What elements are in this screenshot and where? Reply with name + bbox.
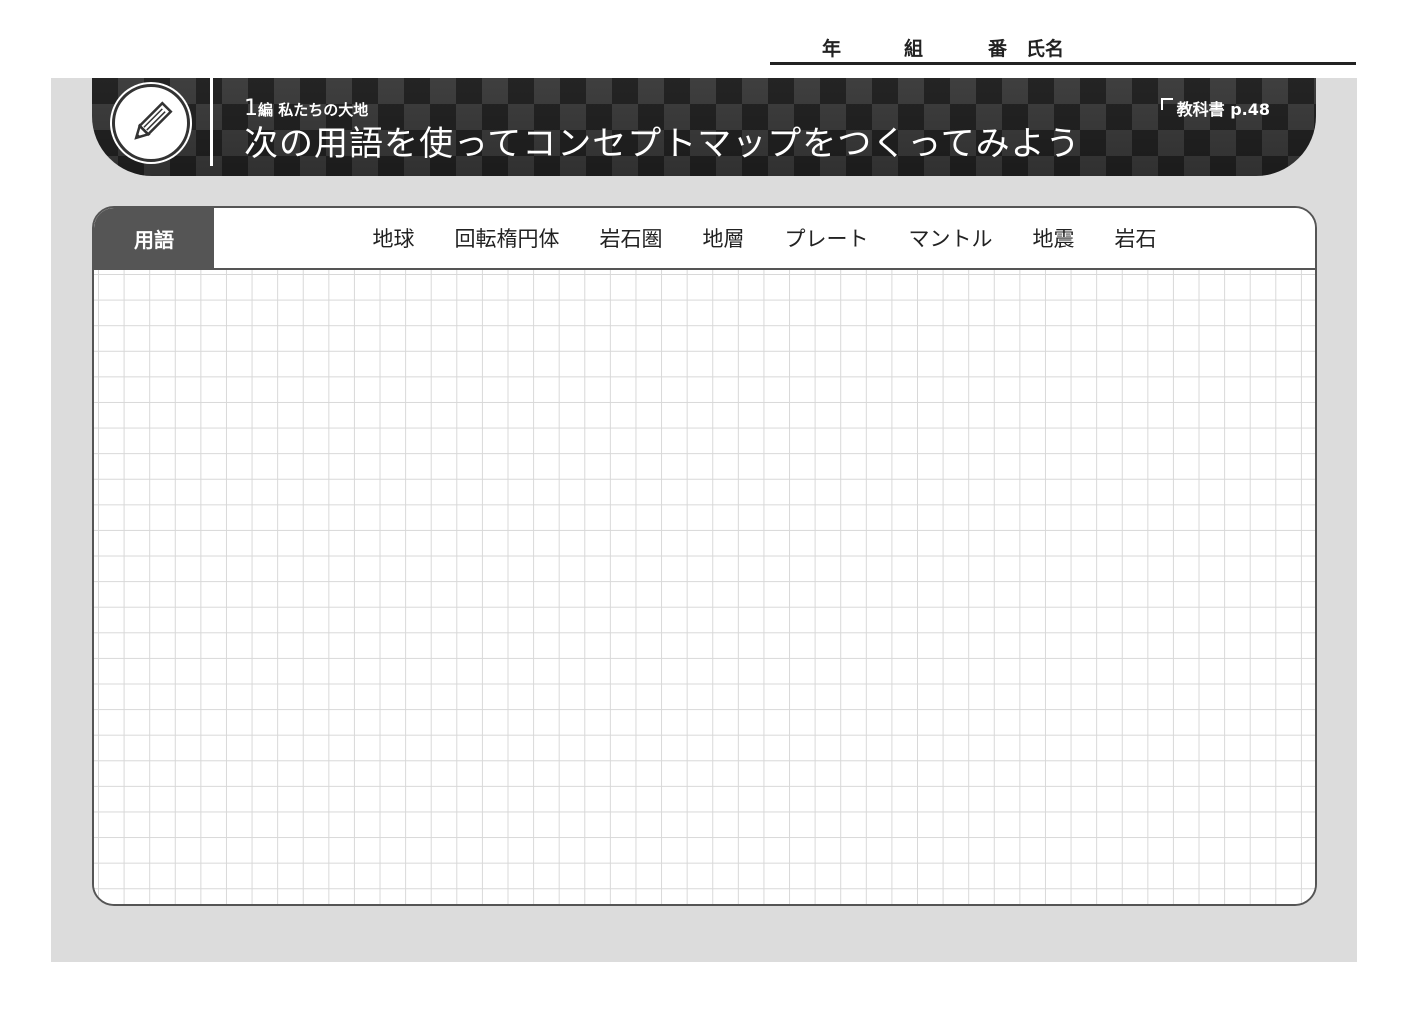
textbook-reference: 教科書 p.48 — [1160, 96, 1270, 120]
name-line: 年 組 番 氏名 — [770, 30, 1356, 65]
term-item: 地震 — [1032, 227, 1075, 251]
name-label: 氏名 — [1026, 38, 1065, 60]
terms-list: 地球 回転楕円体 岩石圏 地層 プレート マントル 地震 岩石 — [214, 208, 1315, 268]
page-title: 次の用語を使ってコンセプトマップをつくってみよう — [244, 124, 1081, 164]
term-item: 岩石圏 — [599, 227, 663, 251]
bracket-icon — [1160, 98, 1173, 110]
pencil-icon — [112, 84, 190, 162]
terms-label: 用語 — [94, 208, 214, 268]
concept-map-card: 用語 地球 回転楕円体 岩石圏 地層 プレート マントル 地震 岩石 — [92, 206, 1317, 906]
term-item: 地球 — [372, 227, 415, 251]
term-item: 地層 — [702, 227, 745, 251]
drawing-grid[interactable] — [94, 270, 1315, 904]
term-item: 岩石 — [1114, 227, 1157, 251]
class-label: 組 — [904, 38, 924, 60]
year-label: 年 — [822, 38, 842, 60]
terms-row: 用語 地球 回転楕円体 岩石圏 地層 プレート マントル 地震 岩石 — [94, 208, 1315, 270]
number-label: 番 — [988, 38, 1008, 60]
term-item: 回転楕円体 — [454, 227, 560, 251]
header-banner: 1編 私たちの大地 次の用語を使ってコンセプトマップをつくってみよう 教科書 p… — [92, 78, 1316, 176]
textbook-ref-text: 教科書 p.48 — [1176, 100, 1270, 119]
term-item: マントル — [908, 227, 993, 251]
term-item: プレート — [784, 227, 869, 251]
header-divider — [210, 78, 213, 166]
